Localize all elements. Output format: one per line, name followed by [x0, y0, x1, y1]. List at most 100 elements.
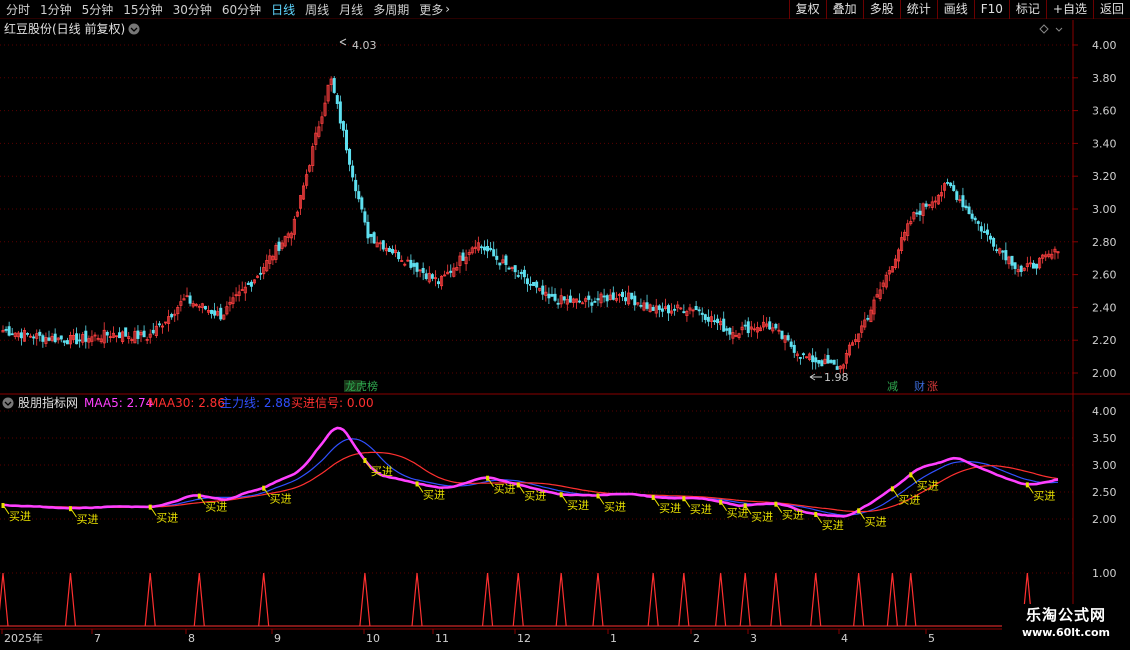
chevron-down-icon[interactable]: [1055, 27, 1063, 32]
candle-body: [203, 305, 207, 310]
event-marker-reduce[interactable]: 减: [887, 380, 898, 393]
high-price-label: 4.03: [352, 39, 377, 52]
candle-body: [1010, 255, 1014, 266]
candle-body: [535, 281, 539, 288]
candle-body: [835, 366, 839, 370]
candle-body: [639, 304, 643, 307]
event-marker-finance[interactable]: 财: [914, 379, 925, 393]
buy-signal-dot: [516, 482, 520, 488]
candle-body: [372, 232, 376, 244]
candle-body: [249, 281, 253, 287]
signal-spike: [64, 572, 77, 627]
candle-body: [504, 255, 508, 265]
candle-body: [949, 182, 953, 187]
time-axis-label: 11: [435, 632, 449, 645]
time-axis-label: 2025年: [4, 631, 43, 645]
candle-body: [673, 308, 677, 311]
price-tick-label: 2.40: [1092, 301, 1117, 314]
candle-body: [62, 340, 66, 343]
candle-body: [621, 291, 625, 297]
candle-body: [587, 295, 591, 300]
indicator-dropdown-icon[interactable]: [2, 397, 14, 409]
legend-maa5: MAA5: 2.74: [84, 396, 153, 410]
candle-body: [593, 301, 597, 303]
buy-signal-label: 买进: [604, 500, 626, 513]
chart-canvas[interactable]: 红豆股份(日线 前复权) 4.00 3.80 3.60 3.40 3.20 3.00 2.8…: [0, 0, 1130, 650]
buy-signal-dot: [814, 511, 818, 517]
candle-body: [19, 332, 23, 339]
time-axis-label: 7: [94, 632, 101, 645]
candle-body: [47, 337, 51, 341]
time-axis-label: 9: [274, 632, 281, 645]
candle-body: [335, 95, 339, 105]
candle-body: [973, 217, 977, 221]
candle-body: [630, 292, 634, 300]
candle-body: [516, 275, 520, 277]
candle-body: [59, 335, 63, 340]
candle-body: [992, 237, 996, 247]
buy-signal-dot: [909, 472, 913, 478]
candle-body: [811, 355, 815, 363]
indicator-tick-label: 2.00: [1092, 513, 1117, 526]
price-tick-label: 2.00: [1092, 367, 1117, 380]
candle-body: [660, 308, 664, 312]
candle-body: [645, 302, 649, 309]
time-axis-label: 3: [750, 632, 757, 645]
candle-body: [332, 78, 336, 93]
event-marker-rise[interactable]: 涨: [927, 380, 938, 393]
signal-spike: [258, 572, 270, 627]
candle-body: [657, 305, 661, 310]
candle-body: [826, 355, 830, 364]
watermark-url: www.60lt.com: [1021, 626, 1111, 639]
candle-body: [118, 332, 122, 339]
candle-body: [964, 205, 968, 209]
candle-body: [682, 311, 686, 314]
candle-body: [706, 316, 710, 322]
candle-body: [746, 321, 750, 334]
buy-signal-label: 买进: [156, 512, 178, 525]
candle-body: [801, 353, 805, 356]
candle-body: [651, 306, 655, 311]
candle-body: [553, 293, 557, 301]
signal-spike: [739, 572, 751, 627]
candle-body: [722, 318, 726, 332]
candle-body: [397, 251, 401, 260]
signal-spikes: [0, 572, 1073, 627]
buy-signal-dot: [197, 493, 201, 499]
candle-body: [421, 267, 425, 273]
high-arrow-icon: [339, 38, 347, 46]
buy-signal-dot: [651, 494, 655, 500]
candle-body: [985, 229, 989, 235]
candle-body: [786, 335, 790, 341]
buy-signal-label: 买进: [567, 499, 589, 512]
candle-body: [246, 282, 250, 285]
candle-body: [989, 235, 993, 240]
candle-body: [213, 310, 217, 316]
candle-body: [75, 333, 79, 345]
candle-body: [489, 247, 493, 251]
signal-spike: [770, 572, 782, 627]
candle-body: [479, 246, 483, 249]
candle-body: [369, 233, 373, 237]
price-tick-label: 3.00: [1092, 203, 1117, 216]
signal-spike: [715, 572, 727, 627]
candlesticks: [1, 76, 1060, 376]
candle-body: [578, 300, 582, 303]
candle-body: [624, 297, 628, 302]
diamond-icon[interactable]: [1039, 24, 1049, 34]
signal-spike: [905, 572, 917, 627]
buy-signal-label: 买进: [727, 507, 749, 520]
candle-body: [596, 298, 600, 301]
candle-body: [41, 335, 45, 342]
candle-body: [633, 295, 637, 306]
signal-spike: [512, 572, 524, 627]
title-dropdown-icon[interactable]: [128, 23, 140, 35]
candle-body: [532, 282, 536, 287]
event-marker-longhu[interactable]: 龙虎榜: [345, 379, 378, 393]
buy-signal-dot: [363, 457, 367, 463]
buy-signal-label: 买进: [205, 501, 227, 514]
buy-signal-label: 买进: [659, 502, 681, 515]
candle-body: [829, 360, 833, 363]
candle-body: [259, 272, 263, 275]
buy-signal-dot: [774, 501, 778, 507]
